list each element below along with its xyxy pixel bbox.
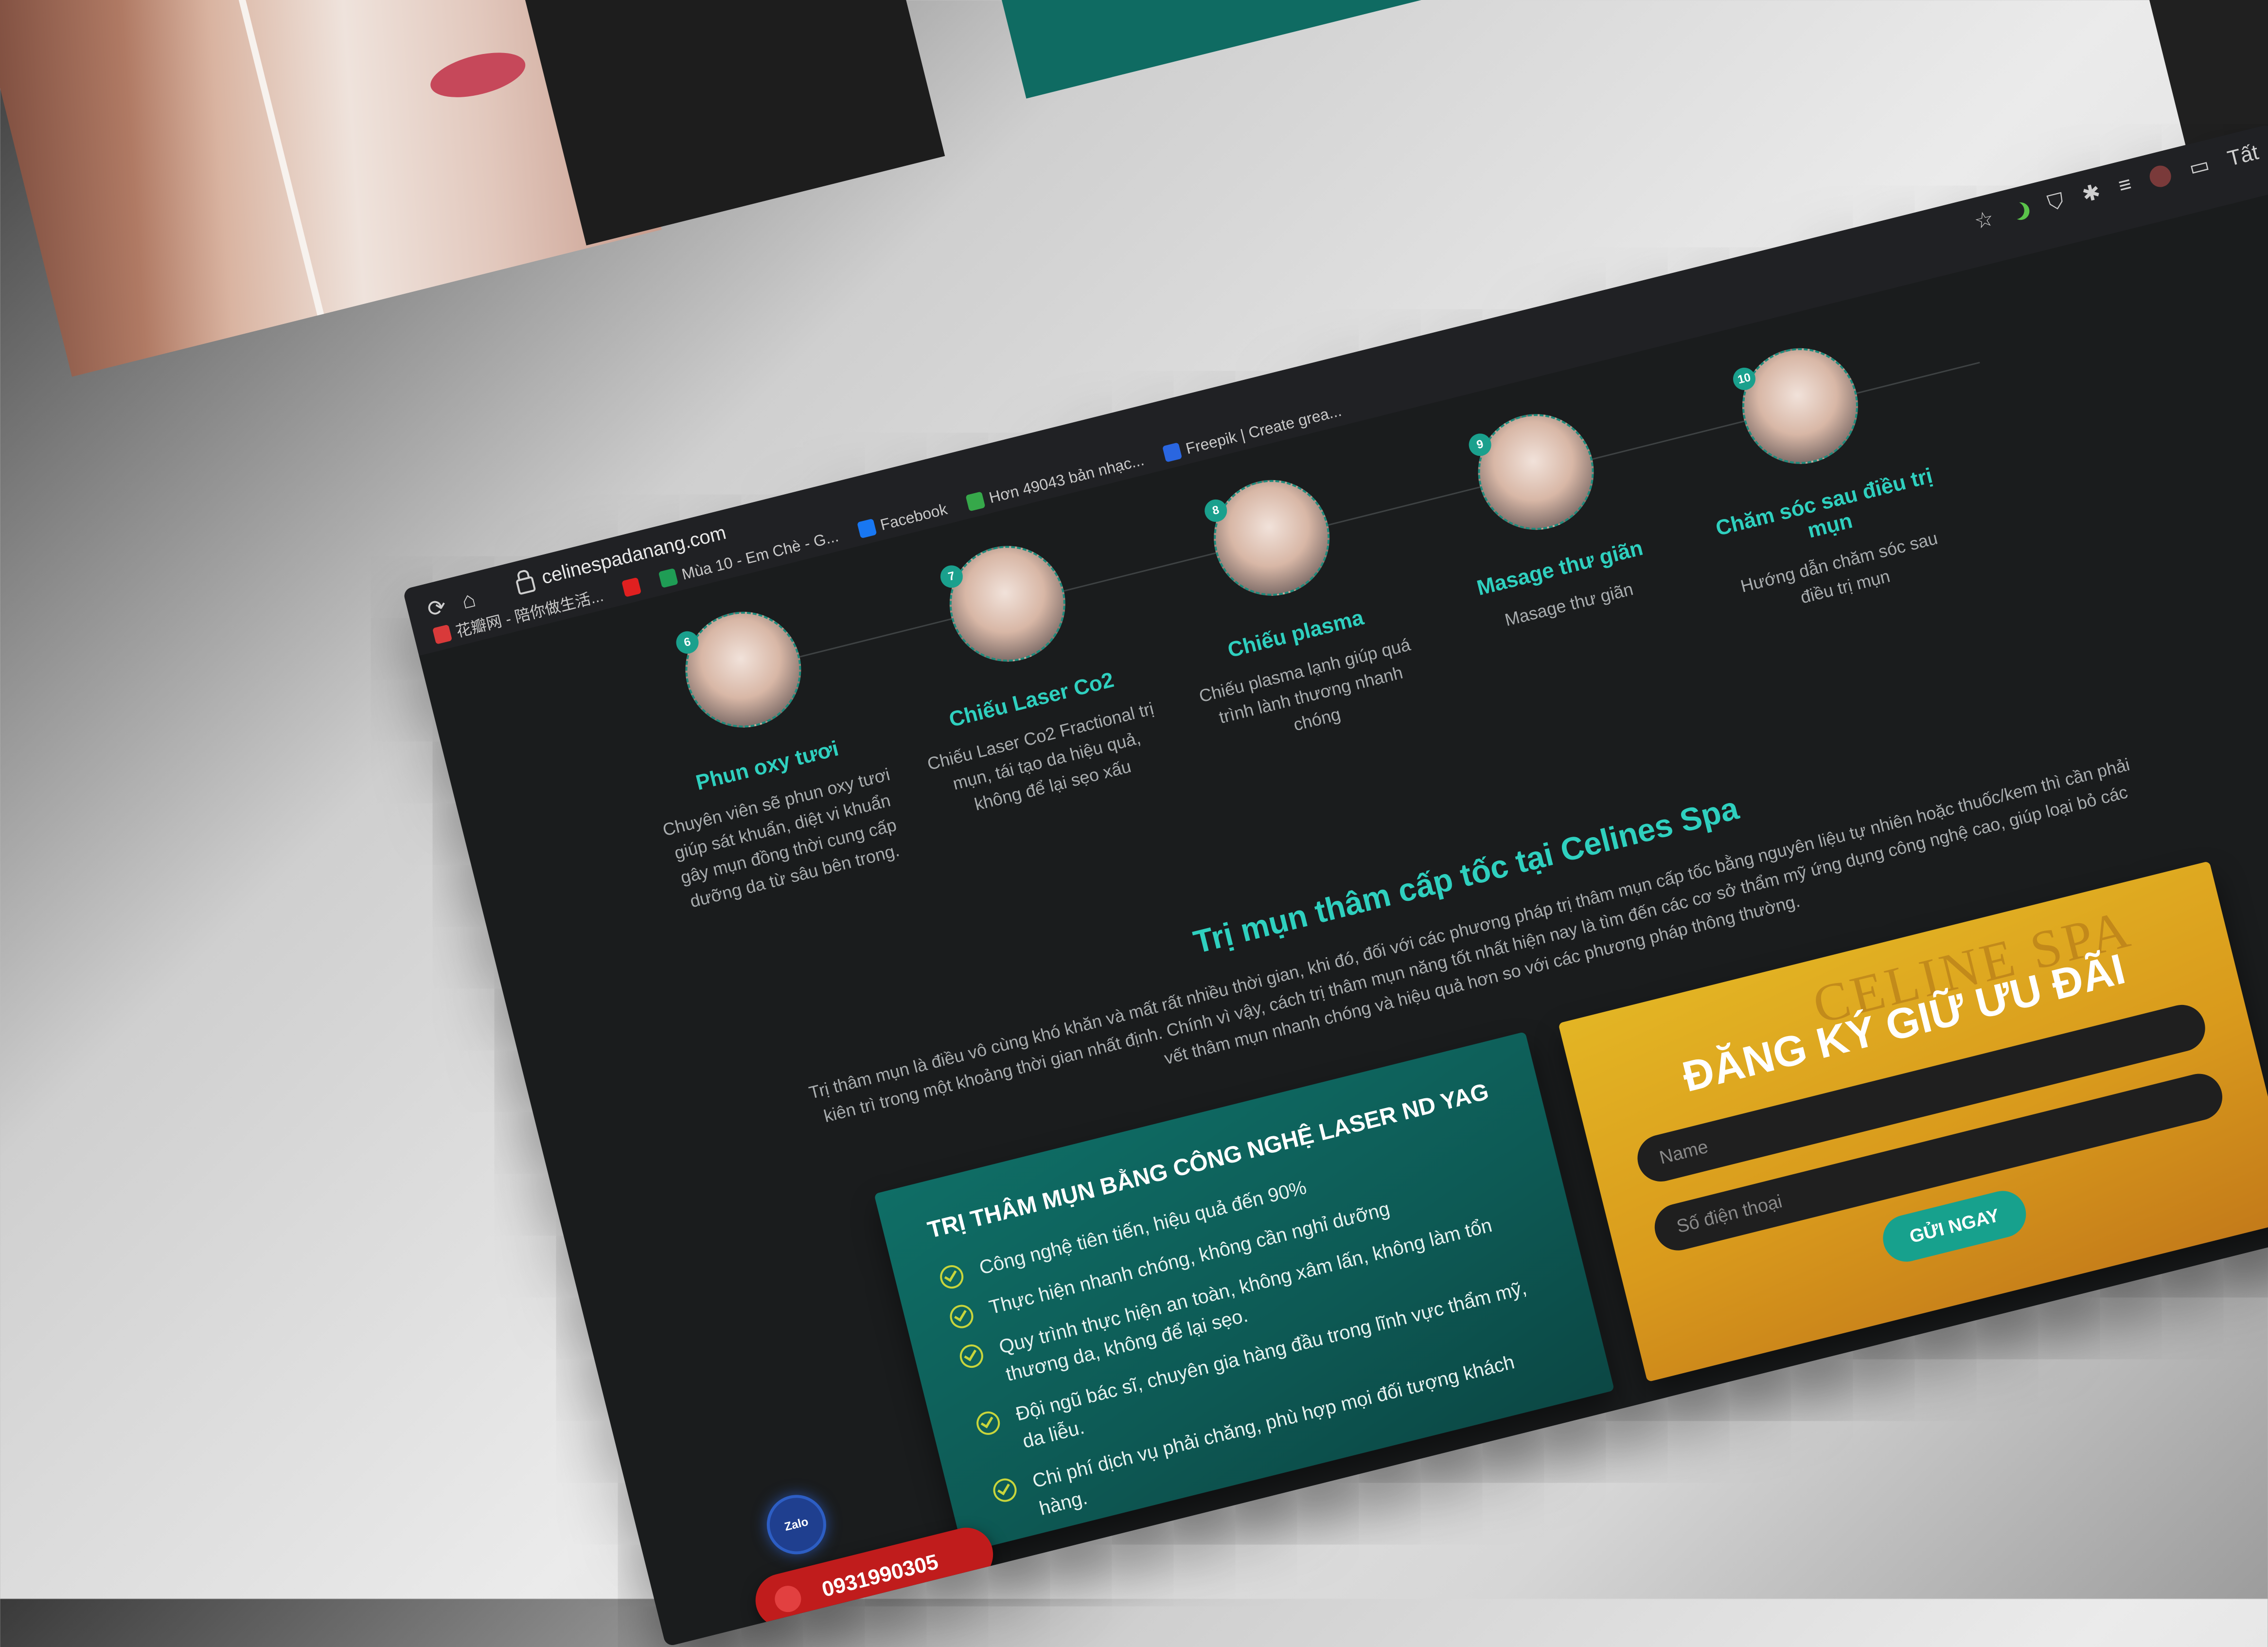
huaban-icon bbox=[432, 624, 453, 644]
check-circle-icon bbox=[974, 1409, 1003, 1437]
zalo-chat-button[interactable]: Zalo bbox=[760, 1488, 833, 1561]
star-icon[interactable]: ☆ bbox=[1972, 206, 1997, 234]
step-number-badge: 9 bbox=[1466, 431, 1494, 459]
facebook-icon bbox=[857, 518, 877, 539]
shield-extension-icon[interactable]: ⛉ bbox=[2045, 188, 2067, 215]
reading-list-icon[interactable]: ≡ bbox=[2116, 172, 2134, 198]
step-number-badge: 6 bbox=[673, 628, 701, 656]
extensions-puzzle-icon[interactable]: ✱ bbox=[2080, 179, 2103, 207]
zalo-label: Zalo bbox=[783, 1515, 810, 1534]
dark-mode-extension-icon[interactable] bbox=[2010, 200, 2032, 222]
lock-icon bbox=[515, 575, 536, 595]
submit-button[interactable]: GỬI NGAY bbox=[1878, 1186, 2031, 1267]
browser-window: ⟳ ⌂ celinespadanang.com ☆ ⛉ ✱ ≡ ▭ Tất 花瓣… bbox=[402, 124, 2268, 1647]
phone-number: 0931990305 bbox=[819, 1550, 941, 1602]
photo-divider bbox=[216, 0, 324, 316]
step-photo: 8 bbox=[1201, 467, 1342, 608]
profile-avatar-icon[interactable] bbox=[2147, 163, 2174, 189]
check-circle-icon bbox=[991, 1476, 1019, 1504]
sheets-icon bbox=[658, 568, 679, 588]
reload-icon[interactable]: ⟳ bbox=[425, 592, 449, 623]
background-teal-panel bbox=[997, 0, 1512, 99]
home-icon[interactable]: ⌂ bbox=[459, 586, 478, 614]
check-circle-icon bbox=[947, 1302, 976, 1331]
bookmark-item[interactable] bbox=[621, 577, 642, 597]
step-number-badge: 10 bbox=[1731, 365, 1758, 393]
step-photo: 7 bbox=[937, 533, 1078, 674]
laser-benefit-list: Công nghệ tiên tiến, hiệu quả đến 90% Thự… bbox=[937, 1123, 1570, 1532]
process-step: 9 Masage thư giãn Masage thư giãn bbox=[1386, 369, 1704, 650]
bookmark-folder-label[interactable]: Tất bbox=[2225, 140, 2261, 171]
phone-icon bbox=[772, 1583, 804, 1615]
step-photo: 10 bbox=[1730, 336, 1871, 477]
step-number-badge: 8 bbox=[1202, 497, 1230, 524]
step-number-badge: 7 bbox=[938, 563, 965, 591]
check-circle-icon bbox=[938, 1262, 966, 1291]
step-photo: 9 bbox=[1466, 401, 1606, 542]
freepik-icon bbox=[1162, 442, 1183, 463]
background-dark-panel bbox=[525, 0, 945, 246]
check-circle-icon bbox=[957, 1342, 986, 1371]
youtube-icon bbox=[621, 577, 642, 597]
photo-lips-detail bbox=[426, 44, 530, 106]
step-photo: 6 bbox=[673, 599, 814, 740]
px-icon bbox=[965, 491, 986, 512]
folder-icon[interactable]: ▭ bbox=[2186, 152, 2212, 181]
